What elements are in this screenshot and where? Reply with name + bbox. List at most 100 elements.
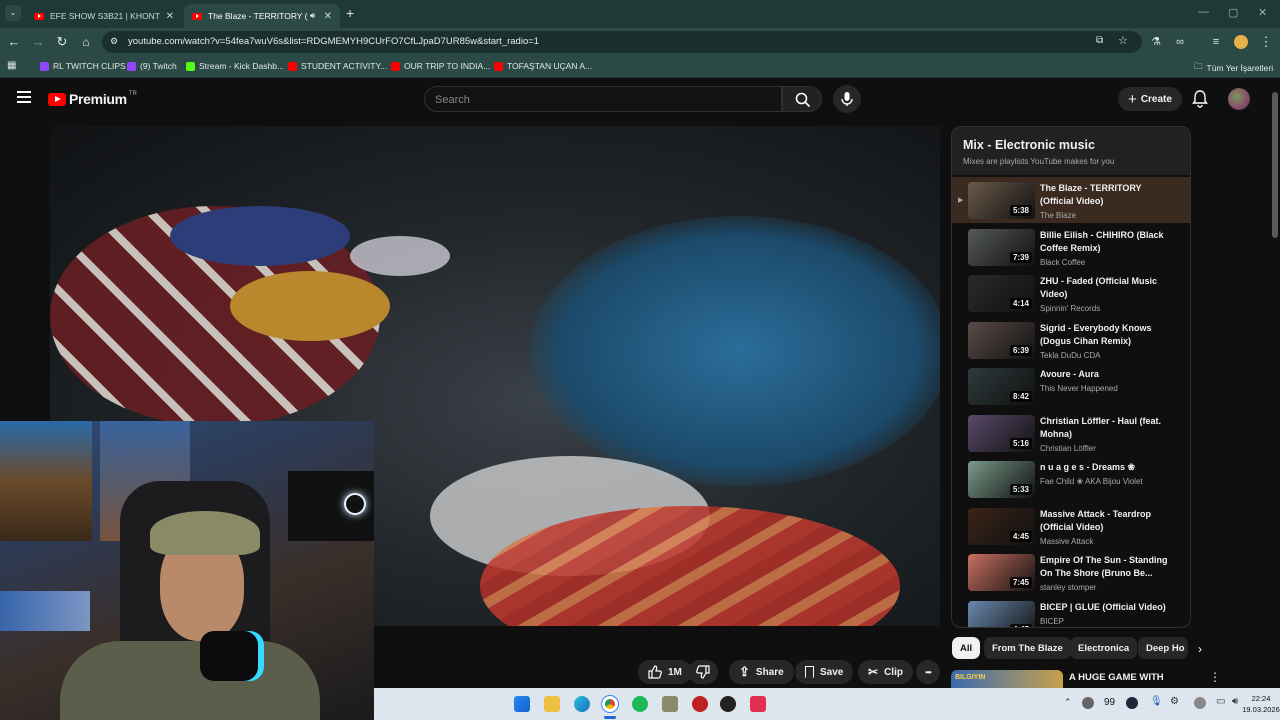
chrome-icon[interactable]: [601, 695, 619, 713]
install-app-icon[interactable]: ⧉: [1096, 35, 1103, 46]
forward-arrow-icon[interactable]: →: [30, 34, 46, 50]
save-button[interactable]: Save: [795, 660, 854, 684]
reload-icon[interactable]: ↻: [54, 34, 70, 50]
site-info-icon[interactable]: ⚙︎: [110, 36, 118, 47]
tray-overflow-icon[interactable]: ⌃: [1064, 697, 1072, 708]
playlist-item-title: Billie Eilish - CHIHIRO (Black Coffee Rem…: [1040, 229, 1164, 253]
playlist-item[interactable]: 8:42 Avoure - Aura This Never Happened: [952, 363, 1190, 409]
microphone: [200, 631, 264, 681]
duration-badge: 4:45: [1009, 623, 1032, 627]
bookmark-item[interactable]: Stream - Kick Dashb...: [186, 61, 284, 71]
scissors-icon: ✂︎: [868, 665, 879, 679]
chip-from-the-blaze[interactable]: From The Blaze: [984, 637, 1071, 659]
playlist-thumbnail: 8:42: [968, 368, 1035, 405]
chip-all[interactable]: All: [952, 637, 981, 659]
app-tray-icon[interactable]: ⚙︎: [1170, 696, 1179, 707]
steam-icon[interactable]: [1126, 697, 1138, 709]
youtube-favicon-icon: [192, 12, 202, 20]
windows-start-icon[interactable]: [514, 696, 530, 712]
dislike-button[interactable]: [688, 660, 718, 684]
playlist-item-title: Massive Attack - Teardrop (Official Video…: [1040, 508, 1152, 532]
bookmark-favicon-icon: [391, 61, 400, 71]
spotify-icon[interactable]: [632, 696, 648, 712]
account-avatar[interactable]: [1228, 88, 1250, 110]
playlist-thumbnail: 7:45: [968, 554, 1035, 591]
notifications-bell-icon[interactable]: [1192, 90, 1208, 113]
share-button[interactable]: ⇪ Share: [729, 660, 794, 684]
playlist-thumbnail: 5:33: [968, 461, 1035, 498]
app-tray-icon[interactable]: [1194, 697, 1206, 709]
tab-search-button[interactable]: ⌄: [5, 5, 21, 21]
browser-menu-icon[interactable]: ⋮: [1258, 34, 1274, 50]
playlist-item[interactable]: 7:39 Billie Eilish - CHIHIRO (Black Coffee…: [952, 224, 1190, 270]
close-tab-icon[interactable]: ✕: [166, 11, 174, 22]
apps-grid-icon[interactable]: ▦: [7, 60, 16, 71]
profile-avatar[interactable]: [1234, 35, 1248, 49]
clock[interactable]: 22:24 19.03.2026: [1242, 693, 1280, 715]
maximize-button[interactable]: ▢: [1228, 6, 1238, 19]
obs-icon[interactable]: [720, 696, 736, 712]
more-actions-button[interactable]: •••: [916, 660, 940, 684]
create-button[interactable]: + Create: [1118, 87, 1182, 111]
app-icon[interactable]: [662, 696, 678, 712]
youtube-logo[interactable]: Premium TR: [48, 91, 137, 107]
playlist-item[interactable]: 5:33 n u a g e s - Dreams ❀ Fae Child ❀ AK…: [952, 456, 1190, 502]
playlist-item[interactable]: 6:39 Sigrid - Everybody Knows (Dogus Cihan…: [952, 317, 1190, 363]
search-button[interactable]: [782, 86, 822, 112]
tray-app-icon[interactable]: [1082, 697, 1094, 709]
playlist-item[interactable]: 4:45 Massive Attack - Teardrop (Official V…: [952, 503, 1190, 549]
volume-icon[interactable]: 🔊︎: [1232, 696, 1238, 707]
playlist-item[interactable]: 4:45 BICEP | GLUE (Official Video) BICEP: [952, 596, 1190, 627]
playlist-item[interactable]: 4:14 ZHU - Faded (Official Music Video) Spi…: [952, 270, 1190, 316]
app-icon[interactable]: [692, 696, 708, 712]
duration-badge: 4:14: [1009, 298, 1032, 309]
recommended-video[interactable]: BILGIYIN A HUGE GAME WITH ⋮: [951, 670, 1221, 688]
voice-search-button[interactable]: [833, 85, 861, 113]
app-icon[interactable]: [750, 696, 766, 712]
back-arrow-icon[interactable]: ←: [6, 34, 22, 50]
bookmark-item[interactable]: (9) Twitch: [127, 61, 177, 71]
clip-button[interactable]: ✂︎ Clip: [858, 660, 913, 684]
search-input[interactable]: Search: [424, 86, 782, 112]
close-tab-icon[interactable]: ✕: [324, 11, 332, 22]
duration-badge: 7:39: [1009, 251, 1032, 263]
playlist-item-title: ZHU - Faded (Official Music Video): [1040, 276, 1158, 299]
bookmark-item[interactable]: RL TWITCH CLIPS: [40, 61, 126, 71]
bookmark-star-icon[interactable]: ☆: [1118, 34, 1128, 47]
reading-list-icon[interactable]: ≡: [1208, 34, 1224, 50]
chip-deep-house[interactable]: Deep Ho: [1138, 637, 1188, 659]
duration-badge: 8:42: [1009, 391, 1032, 402]
playlist-item[interactable]: 7:45 Empire Of The Sun - Standing On The S…: [952, 549, 1190, 595]
address-bar[interactable]: ⚙︎ youtube.com/watch?v=54fea7wuV6s&list=…: [102, 31, 1142, 53]
speaker-icon[interactable]: 🔊︎: [310, 11, 315, 21]
bookmark-item[interactable]: STUDENT ACTIVITY...: [288, 61, 387, 71]
close-window-button[interactable]: ✕: [1258, 6, 1267, 19]
page-scrollbar[interactable]: [1272, 92, 1278, 238]
all-bookmarks[interactable]: 🗀︎ Tüm Yer İşaretleri: [1194, 61, 1273, 75]
tray-count[interactable]: 99: [1104, 697, 1115, 708]
recommended-more-icon[interactable]: ⋮: [1209, 670, 1221, 684]
minimize-button[interactable]: —: [1198, 6, 1209, 18]
playlist-title[interactable]: Mix - Electronic music: [963, 138, 1095, 152]
home-icon[interactable]: ⌂: [78, 34, 94, 50]
bookmark-item[interactable]: OUR TRIP TO INDIA...: [391, 61, 490, 71]
microphone-tray-icon[interactable]: 🎙︎: [1150, 696, 1163, 707]
tab-efe-show[interactable]: EFE SHOW S3B21 | KHONTKAR ✕: [26, 4, 182, 28]
chips-next-arrow-icon[interactable]: ›: [1198, 642, 1202, 656]
playlist-item[interactable]: ▶ 5:38 The Blaze - TERRITORY (Official Vide…: [952, 177, 1190, 223]
like-button[interactable]: 1M: [638, 660, 692, 684]
bookmark-item[interactable]: TOFAŞTAN UÇAN A...: [494, 61, 592, 71]
display-icon[interactable]: ▭: [1216, 696, 1225, 707]
bookmark-favicon-icon: [288, 61, 297, 71]
hamburger-menu-icon[interactable]: [17, 91, 31, 103]
playlist-item[interactable]: 5:16 Christian Löffler - Haul (feat. Mohna…: [952, 410, 1190, 456]
tab-the-blaze[interactable]: The Blaze - TERRITORY (Offi 🔊︎ ✕: [184, 4, 340, 28]
edge-icon[interactable]: [574, 696, 590, 712]
chip-electronica[interactable]: Electronica: [1070, 637, 1138, 659]
link-icon[interactable]: ∞: [1172, 34, 1188, 50]
playlist-item-channel: This Never Happened: [1040, 384, 1118, 393]
playlist-item-title: Avoure - Aura: [1040, 369, 1099, 379]
new-tab-button[interactable]: +: [346, 5, 354, 21]
file-explorer-icon[interactable]: [544, 696, 560, 712]
extensions-icon[interactable]: ⚗︎: [1148, 34, 1164, 50]
